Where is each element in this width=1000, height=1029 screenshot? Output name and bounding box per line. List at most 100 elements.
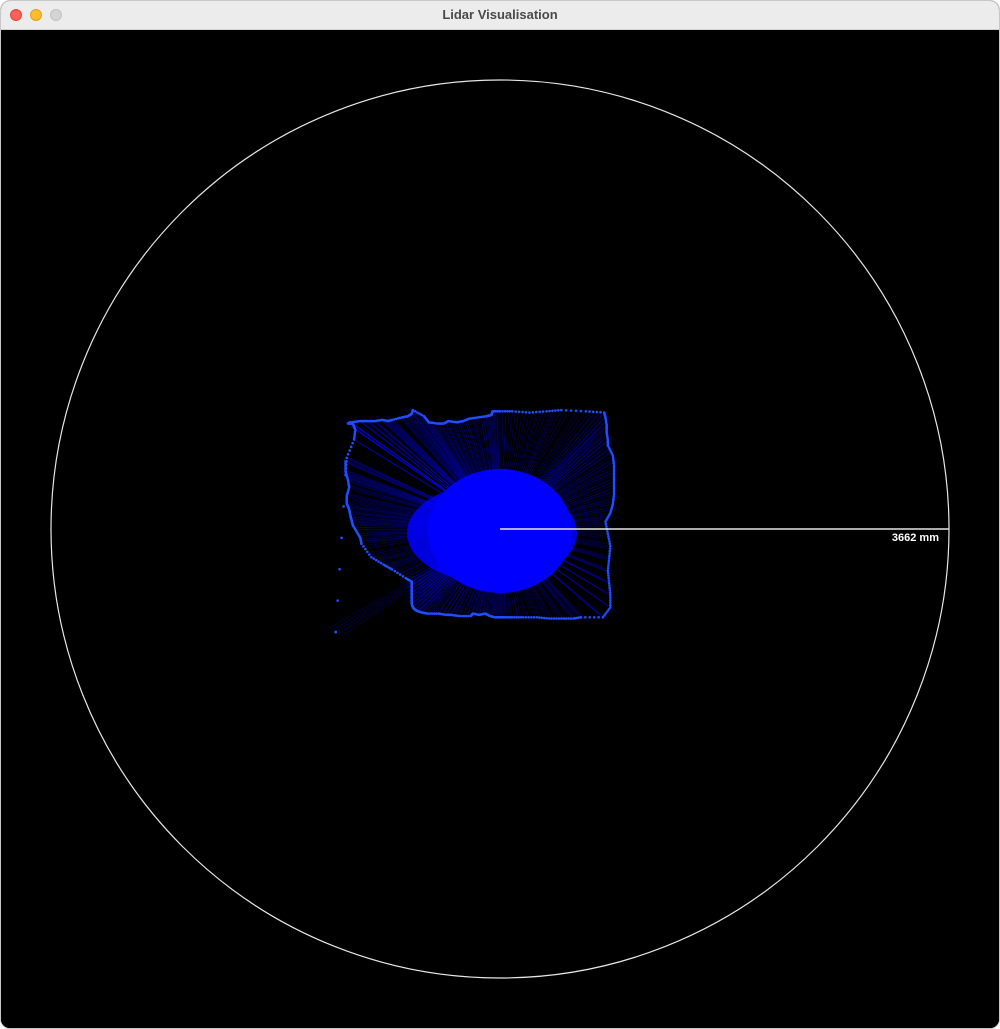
scan-point [588, 615, 592, 619]
scan-point [609, 598, 612, 602]
scan-point [607, 535, 610, 538]
scan-point [608, 552, 611, 555]
scan-point [609, 603, 612, 607]
window-title: Lidar Visualisation [442, 7, 558, 22]
scan-point [369, 555, 373, 559]
scan-point [390, 568, 394, 571]
scan-point [344, 463, 348, 467]
scan-point [609, 544, 612, 548]
scan-point [524, 615, 528, 619]
scan-point [606, 571, 610, 575]
scan-point [364, 547, 367, 551]
scan-point [591, 410, 595, 414]
scan-point [514, 410, 517, 413]
scan-point [352, 438, 356, 441]
scan-point [367, 553, 371, 556]
scan-point [588, 410, 591, 413]
scan-point [607, 576, 610, 580]
scan-point [517, 410, 521, 414]
lidar-canvas: 3662 mm [1, 30, 999, 1028]
scan-point [550, 617, 553, 620]
scan-point [604, 522, 608, 526]
scan-point [547, 617, 551, 620]
scan-point [340, 536, 343, 540]
range-label: 3662 mm [892, 532, 939, 544]
scan-point [608, 586, 611, 590]
scan-point [555, 617, 558, 620]
scan-point [607, 564, 610, 568]
scan-point [554, 409, 557, 412]
scan-point [503, 409, 507, 413]
scan-point [557, 409, 560, 412]
scan-point [530, 615, 533, 619]
scan-point [393, 569, 397, 573]
scan-point [336, 599, 339, 602]
scan-point [551, 409, 554, 413]
scan-point [366, 550, 369, 554]
scan-point [609, 596, 612, 599]
scan-point [584, 615, 587, 619]
scan-point [537, 616, 541, 619]
scan-point [344, 473, 347, 477]
scan-point [607, 557, 611, 560]
scan-point [574, 409, 578, 413]
scan-point [609, 606, 612, 609]
scan-point [538, 410, 542, 414]
scan-point [606, 569, 610, 572]
scan-point [510, 409, 514, 413]
scan-point [535, 615, 539, 619]
scan-point [605, 525, 608, 528]
scan-point [607, 537, 611, 541]
scan-point [608, 584, 611, 587]
scan-point [351, 441, 354, 445]
scan-point [552, 617, 556, 620]
scan-point [606, 532, 610, 536]
scan-point [597, 615, 600, 619]
scan-point [606, 566, 610, 570]
scan-point [564, 409, 568, 412]
scan-point [528, 411, 531, 414]
scan-point [608, 549, 612, 553]
scan-point [560, 617, 563, 620]
scan-point [345, 456, 349, 460]
scan-point [567, 617, 570, 620]
lidar-plot: 3662 mm [1, 30, 999, 1028]
scan-point [609, 601, 612, 604]
scan-point [607, 562, 610, 565]
scan-point [532, 615, 536, 619]
scan-point [344, 470, 348, 473]
scan-point [334, 630, 338, 634]
scan-point [349, 445, 353, 449]
scan-point [377, 560, 380, 563]
scan-point [420, 413, 424, 417]
scan-point [372, 557, 376, 560]
scan-point [608, 539, 611, 543]
scan-point [592, 615, 596, 619]
scan-point [608, 554, 611, 558]
titlebar: Lidar Visualisation [1, 1, 999, 30]
scan-point [607, 581, 611, 585]
scan-point [569, 409, 573, 412]
scan-point [346, 452, 350, 456]
scan-point [540, 616, 543, 620]
scan-point [607, 579, 611, 582]
scan-point [545, 616, 548, 620]
scan-point [608, 542, 612, 546]
scan-point [548, 409, 551, 413]
scan-point [564, 617, 568, 620]
scan-point [599, 410, 602, 414]
scan-point [608, 591, 612, 595]
scan-point [608, 589, 612, 592]
scan-point [557, 617, 561, 620]
scan-point [524, 410, 528, 414]
scan-point [541, 410, 545, 413]
scan-point [584, 409, 588, 413]
scan-point [527, 615, 530, 619]
scan-point [545, 409, 548, 413]
scan-point [416, 411, 419, 414]
scan-point [413, 409, 417, 413]
scan-point [521, 410, 524, 414]
scan-point [342, 505, 345, 508]
scan-point [542, 616, 546, 620]
scan-point [531, 410, 535, 414]
